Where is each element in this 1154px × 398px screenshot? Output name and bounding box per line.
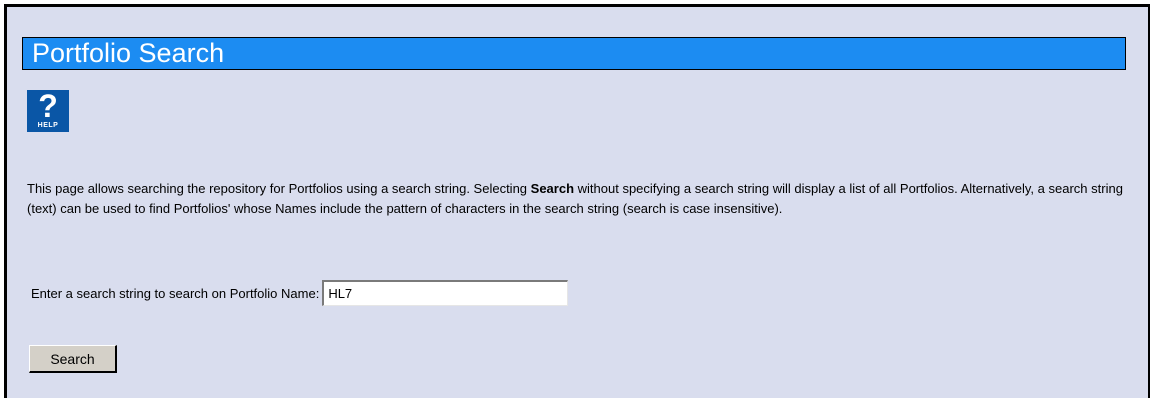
page-description: This page allows searching the repositor… <box>27 179 1137 219</box>
description-search-keyword: Search <box>530 181 575 196</box>
description-text-1: This page allows searching the repositor… <box>27 181 531 196</box>
page-title: Portfolio Search <box>22 37 1126 70</box>
help-label: HELP <box>37 122 59 129</box>
help-icon[interactable]: ? HELP <box>27 90 69 132</box>
page-frame: Portfolio Search ? HELP This page allows… <box>4 4 1150 398</box>
search-input[interactable] <box>322 280 569 306</box>
help-question-mark: ? <box>38 88 58 124</box>
search-row: Enter a search string to search on Portf… <box>31 280 569 306</box>
search-button[interactable]: Search <box>29 345 117 373</box>
search-label: Enter a search string to search on Portf… <box>31 285 320 301</box>
